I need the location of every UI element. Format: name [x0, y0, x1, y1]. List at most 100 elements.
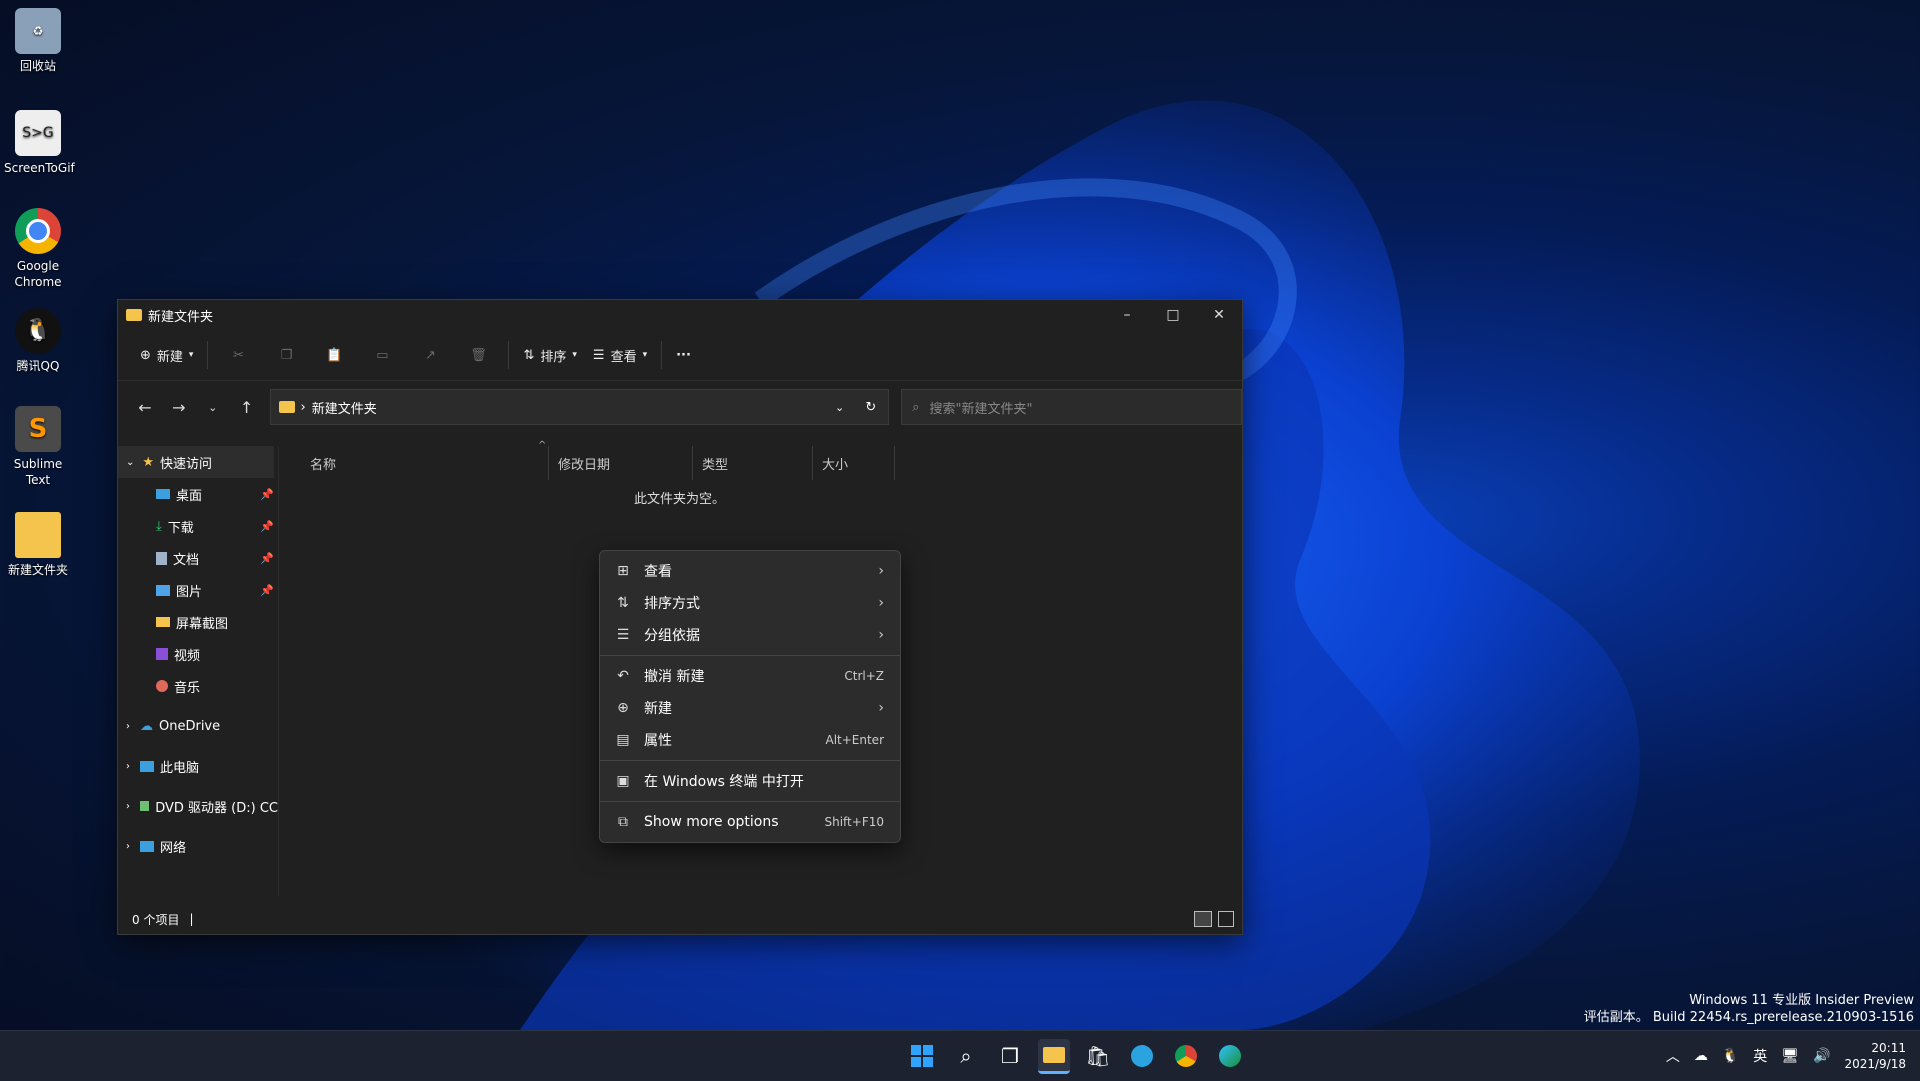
breadcrumb-separator: ›	[300, 399, 306, 415]
context-menu: ⊞ 查看 › ⇅ 排序方式 › ☰ 分组依据 › ↶ 撤消 新建 Ctrl+Z …	[599, 550, 901, 843]
sidebar-item-videos[interactable]: 视频	[118, 638, 278, 670]
sidebar-item-desktop[interactable]: 桌面 📌	[118, 478, 278, 510]
rename-button[interactable]: ▭	[358, 342, 406, 369]
taskbar: ⌕ ❐ 🛍 ︿ ☁ 🐧 英 🖥 🔊 20:11 2021/9/18	[0, 1030, 1920, 1081]
desktop-icon-chrome[interactable]: Google Chrome	[4, 208, 72, 290]
view-button[interactable]: ☰ 查看 ▾	[585, 340, 655, 371]
task-view-icon[interactable]: ❐	[994, 1040, 1026, 1072]
menu-item-group[interactable]: ☰ 分组依据 ›	[600, 619, 900, 651]
desktop-icon-recycle-bin[interactable]: ♻ 回收站	[4, 8, 72, 74]
more-button[interactable]: ···	[668, 342, 699, 369]
address-row: ← → ⌄ ↑ › 新建文件夹 ⌄ ↻ ⌕ 搜索"新建文件夹"	[118, 381, 1242, 433]
column-header-type[interactable]: 类型	[694, 446, 813, 480]
sort-icon: ⇅	[523, 347, 535, 363]
shortcut-label: Shift+F10	[824, 815, 884, 829]
sidebar-item-network[interactable]: › 网络	[118, 830, 278, 862]
desktop-icon-folder[interactable]: 新建文件夹	[4, 512, 72, 578]
chevron-down-icon: ⌄	[126, 456, 135, 468]
forward-icon[interactable]: →	[162, 398, 196, 417]
sidebar-item-onedrive[interactable]: › ☁ OneDrive	[118, 710, 278, 742]
start-icon[interactable]	[906, 1040, 938, 1072]
breadcrumb[interactable]: 新建文件夹	[312, 398, 377, 417]
star-icon: ★	[142, 454, 155, 470]
file-explorer-icon[interactable]	[1038, 1038, 1070, 1074]
clock[interactable]: 20:11 2021/9/18	[1844, 1040, 1906, 1072]
minimize-button[interactable]: –	[1104, 300, 1150, 330]
date: 2021/9/18	[1844, 1057, 1906, 1071]
close-button[interactable]: ✕	[1196, 300, 1242, 330]
ime-indicator[interactable]: 英	[1753, 1046, 1767, 1066]
refresh-icon[interactable]: ↻	[865, 400, 876, 415]
telegram-icon[interactable]	[1126, 1040, 1158, 1072]
recent-chevron-icon[interactable]: ⌄	[196, 401, 230, 414]
pin-icon[interactable]: 📌	[260, 552, 274, 565]
recycle-bin-icon: ♻	[15, 8, 61, 54]
more-icon: ···	[676, 347, 691, 363]
copy-button[interactable]: ❐	[262, 342, 310, 369]
menu-item-open-terminal[interactable]: ▣ 在 Windows 终端 中打开	[600, 765, 900, 797]
back-icon[interactable]: ←	[128, 398, 162, 417]
search-icon: ⌕	[912, 399, 920, 415]
folder-icon	[126, 309, 142, 321]
up-icon[interactable]: ↑	[230, 398, 264, 417]
volume-icon[interactable]: 🔊	[1813, 1048, 1830, 1064]
sidebar-item-dvd[interactable]: › DVD 驱动器 (D:) CC	[118, 790, 278, 822]
cloud-icon[interactable]: ☁	[1694, 1048, 1708, 1064]
address-bar[interactable]: › 新建文件夹 ⌄ ↻	[269, 389, 890, 425]
search-icon[interactable]: ⌕	[950, 1040, 982, 1072]
sidebar-item-screenshots[interactable]: 屏幕截图	[118, 606, 278, 638]
folder-icon	[156, 617, 170, 627]
qq-icon: 🐧	[15, 308, 61, 354]
sidebar-item-music[interactable]: 音乐	[118, 670, 278, 702]
copy-icon: ❐	[280, 347, 293, 363]
pin-icon[interactable]: 📌	[260, 584, 274, 597]
title-bar[interactable]: 新建文件夹 – □ ✕	[118, 300, 1242, 330]
menu-item-view[interactable]: ⊞ 查看 ›	[600, 555, 900, 587]
chevron-down-icon[interactable]: ⌄	[835, 401, 844, 414]
cut-button[interactable]: ✂	[214, 342, 262, 369]
menu-item-undo[interactable]: ↶ 撤消 新建 Ctrl+Z	[600, 660, 900, 692]
search-box[interactable]: ⌕ 搜索"新建文件夹"	[901, 389, 1242, 425]
share-button[interactable]: ↗	[406, 342, 454, 369]
desktop-icon-label: ScreenToGif	[4, 161, 75, 175]
column-header-size[interactable]: 大小	[814, 446, 895, 480]
sidebar-item-quick-access[interactable]: ⌄ ★ 快速访问	[118, 446, 274, 478]
screentogif-icon: S>G	[15, 110, 61, 156]
column-header-name[interactable]: 名称	[302, 446, 549, 480]
maximize-button[interactable]: □	[1150, 300, 1196, 330]
edge-icon[interactable]	[1214, 1040, 1246, 1072]
tiles-view-icon[interactable]	[1218, 911, 1234, 927]
desktop-icon-sublime[interactable]: S Sublime Text	[4, 406, 72, 488]
folder-icon	[278, 401, 295, 413]
chevron-down-icon: ▾	[572, 350, 577, 360]
pin-icon[interactable]: 📌	[260, 520, 274, 533]
menu-item-new[interactable]: ⊕ 新建 ›	[600, 692, 900, 724]
sort-button[interactable]: ⇅ 排序 ▾	[515, 340, 584, 371]
new-button[interactable]: ⊕ 新建 ▾	[132, 340, 201, 371]
store-icon[interactable]: 🛍	[1082, 1040, 1114, 1072]
chevron-up-icon[interactable]: ︿	[1666, 1046, 1680, 1066]
column-header-date[interactable]: 修改日期	[550, 446, 693, 480]
desktop-icon-qq[interactable]: 🐧 腾讯QQ	[4, 308, 72, 374]
sidebar-item-pictures[interactable]: 图片 📌	[118, 574, 278, 606]
chrome-icon[interactable]	[1170, 1040, 1202, 1072]
sublime-icon: S	[15, 406, 61, 452]
rename-icon: ▭	[376, 347, 389, 363]
sidebar-item-downloads[interactable]: ⤓ 下载 📌	[118, 510, 278, 542]
paste-button[interactable]: 📋	[310, 342, 358, 369]
chrome-icon	[15, 208, 61, 254]
plus-icon: ⊕	[617, 700, 629, 716]
menu-item-properties[interactable]: ▤ 属性 Alt+Enter	[600, 724, 900, 756]
network-icon[interactable]: 🖥	[1781, 1048, 1799, 1064]
sidebar-item-documents[interactable]: 文档 📌	[118, 542, 278, 574]
pin-icon[interactable]: 📌	[260, 488, 274, 501]
qq-icon[interactable]: 🐧	[1722, 1048, 1739, 1064]
menu-item-sort[interactable]: ⇅ 排序方式 ›	[600, 587, 900, 619]
menu-item-show-more-options[interactable]: ⧉ Show more options Shift+F10	[600, 806, 900, 838]
delete-button[interactable]: 🗑	[454, 342, 502, 369]
details-view-icon[interactable]	[1194, 911, 1212, 927]
desktop-icon-screentogif[interactable]: S>G ScreenToGif	[4, 110, 75, 176]
list-icon: ☰	[616, 627, 630, 643]
sidebar-item-this-pc[interactable]: › 此电脑	[118, 750, 278, 782]
network-icon	[140, 840, 154, 852]
